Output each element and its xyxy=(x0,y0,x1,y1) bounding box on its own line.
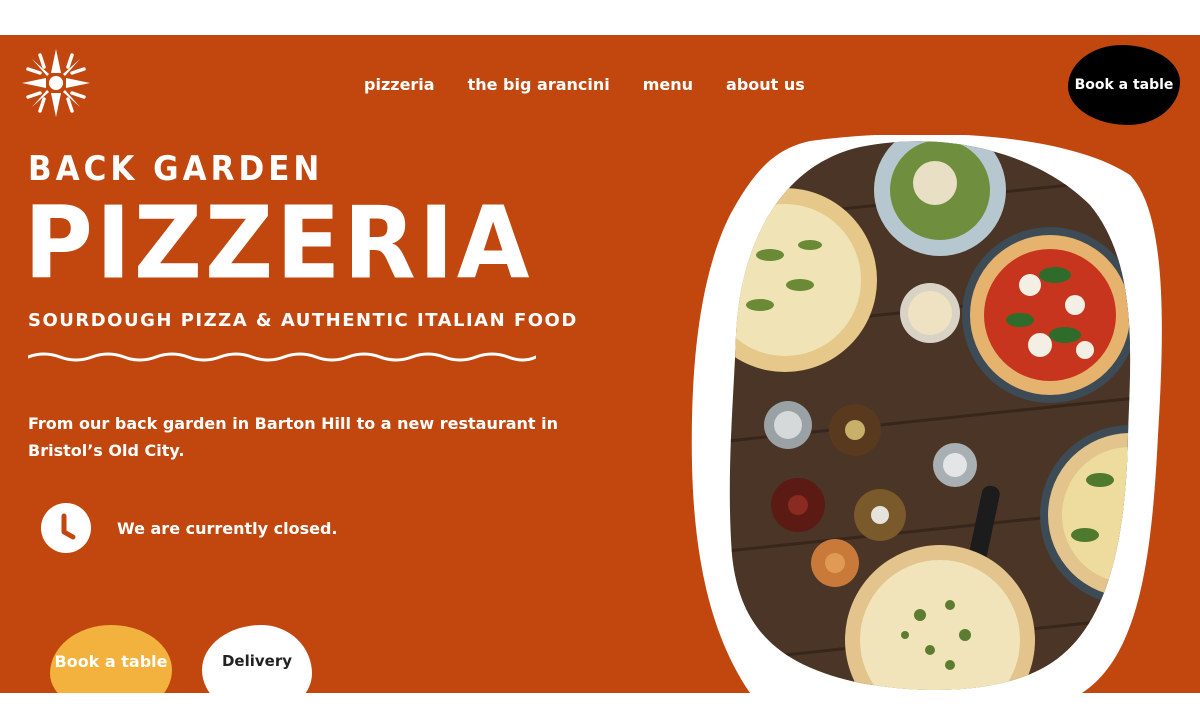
starburst-logo-icon[interactable] xyxy=(20,47,92,119)
hero-intro-text: From our back garden in Barton Hill to a… xyxy=(28,414,559,460)
hero-kicker: BACK GARDEN xyxy=(28,149,324,189)
book-table-header-button[interactable]: Book a table xyxy=(1068,45,1180,125)
wave-divider xyxy=(28,352,536,362)
nav-item-menu[interactable]: menu xyxy=(643,75,693,94)
nav-item-pizzeria[interactable]: pizzeria xyxy=(364,75,435,94)
delivery-button[interactable]: Delivery xyxy=(202,625,312,693)
hero-tagline: SOURDOUGH PIZZA & AUTHENTIC ITALIAN FOOD xyxy=(28,310,578,331)
status-text: We are currently closed. xyxy=(117,518,338,538)
opening-status: We are currently closed. xyxy=(40,502,338,554)
page-title: PIZZERIA xyxy=(24,186,533,303)
hero-food-photo xyxy=(691,135,1162,693)
nav-item-the-big-arancini[interactable]: the big arancini xyxy=(468,75,610,94)
site-hero: pizzeria the big arancini menu about us … xyxy=(0,35,1200,693)
nav-item-about-us[interactable]: about us xyxy=(726,75,805,94)
main-nav: pizzeria the big arancini menu about us xyxy=(364,75,838,94)
book-table-button[interactable]: Book a table xyxy=(50,625,172,693)
clock-icon xyxy=(41,503,91,553)
